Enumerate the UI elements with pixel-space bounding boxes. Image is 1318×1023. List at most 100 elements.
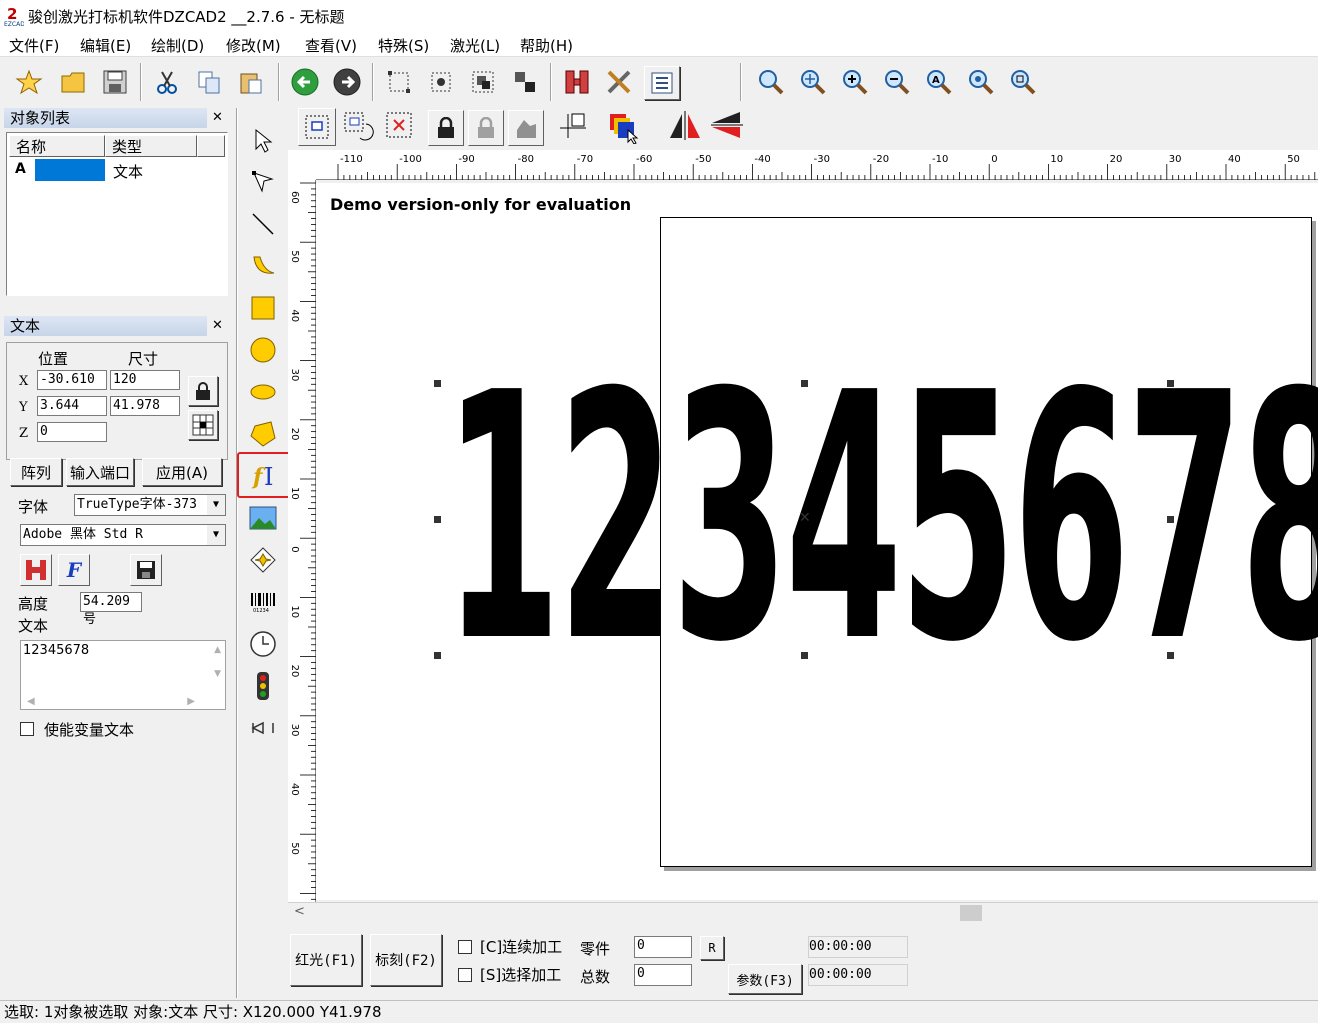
- ungroup-icon[interactable]: [508, 65, 542, 99]
- node-select-icon[interactable]: [424, 65, 458, 99]
- vector-file-tool-icon[interactable]: [243, 540, 283, 580]
- total-input[interactable]: 0: [634, 964, 692, 986]
- save-icon[interactable]: [98, 65, 132, 99]
- x-position-input[interactable]: -30.610: [37, 370, 107, 390]
- cut-icon[interactable]: [150, 65, 184, 99]
- menu-edit[interactable]: 编辑(E): [80, 35, 131, 56]
- panel-splitter[interactable]: [236, 108, 238, 998]
- menu-view[interactable]: 查看(V): [305, 35, 357, 56]
- line-tool-icon[interactable]: [243, 204, 283, 244]
- selection-handle[interactable]: [1167, 652, 1174, 659]
- barcode-tool-icon[interactable]: 01234: [243, 582, 283, 622]
- scroll-left-icon[interactable]: ◀: [27, 696, 35, 707]
- mark-button[interactable]: 标刻(F2): [370, 934, 442, 986]
- hatch-text-icon[interactable]: [20, 554, 52, 586]
- text-tool-icon[interactable]: fI: [237, 452, 295, 498]
- hatch-icon[interactable]: [560, 65, 594, 99]
- io-signal-tool-icon[interactable]: [243, 666, 283, 706]
- apply-button[interactable]: 应用(A): [142, 458, 222, 486]
- selection-handle[interactable]: [434, 652, 441, 659]
- horizontal-scrollbar[interactable]: <: [288, 902, 1318, 922]
- select-tool-icon[interactable]: [243, 120, 283, 160]
- layer-color-icon[interactable]: [606, 110, 646, 150]
- undo-icon[interactable]: [288, 65, 322, 99]
- list-view-icon[interactable]: [644, 66, 680, 100]
- z-position-input[interactable]: 0: [37, 422, 107, 442]
- lock-ratio-icon[interactable]: [188, 376, 218, 406]
- node-edit-icon[interactable]: [382, 65, 416, 99]
- chevron-down-icon[interactable]: ▼: [207, 495, 225, 515]
- select-process-checkbox[interactable]: [458, 968, 472, 982]
- zoom-selected-icon[interactable]: [964, 65, 998, 99]
- scroll-right-icon[interactable]: ▶: [187, 696, 195, 707]
- paste-icon[interactable]: [234, 65, 268, 99]
- zoom-all-icon[interactable]: A: [922, 65, 956, 99]
- polygon-tool-icon[interactable]: [243, 414, 283, 454]
- motion-axis-tool-icon[interactable]: [243, 708, 283, 748]
- selection-handle[interactable]: [1167, 380, 1174, 387]
- x-size-input[interactable]: 120: [110, 370, 180, 390]
- menu-draw[interactable]: 绘制(D): [151, 35, 204, 56]
- invert-select-icon[interactable]: [384, 110, 420, 146]
- rectangle-tool-icon[interactable]: [243, 288, 283, 328]
- chevron-down-icon[interactable]: ▼: [207, 525, 225, 545]
- save-params-icon[interactable]: [130, 554, 162, 586]
- parts-input[interactable]: 0: [634, 936, 692, 958]
- zoom-in-icon[interactable]: [838, 65, 872, 99]
- bitmap-tool-icon[interactable]: [243, 498, 283, 538]
- selection-handle[interactable]: [801, 380, 808, 387]
- circle-tool-icon[interactable]: [243, 330, 283, 370]
- menu-file[interactable]: 文件(F): [9, 35, 59, 56]
- drawing-canvas[interactable]: Demo version-only for evaluation 1234567…: [316, 183, 1318, 900]
- y-position-input[interactable]: 3.644: [37, 396, 107, 416]
- timer-tool-icon[interactable]: [243, 624, 283, 664]
- zoom-pan-icon[interactable]: [796, 65, 830, 99]
- group-icon[interactable]: [466, 65, 500, 99]
- text-content-input[interactable]: 12345678 ▲ ▼ ◀ ▶: [20, 640, 226, 710]
- copy-icon[interactable]: [192, 65, 226, 99]
- selection-handle[interactable]: [1167, 516, 1174, 523]
- menu-laser[interactable]: 激光(L): [450, 35, 500, 56]
- selection-handle[interactable]: [434, 516, 441, 523]
- params-button[interactable]: 参数(F3): [728, 964, 802, 994]
- menu-help[interactable]: 帮助(H): [520, 35, 573, 56]
- font-type-select[interactable]: TrueType字体-373 ▼: [74, 494, 226, 516]
- new-file-icon[interactable]: [12, 65, 46, 99]
- continuous-checkbox[interactable]: [458, 940, 472, 954]
- select-all-icon[interactable]: [298, 108, 336, 146]
- array-button[interactable]: 阵列: [10, 458, 62, 486]
- column-header-type[interactable]: 类型: [105, 135, 197, 157]
- close-icon[interactable]: ✕: [212, 318, 223, 333]
- scroll-left-icon[interactable]: <: [294, 904, 305, 919]
- selection-handle[interactable]: [801, 652, 808, 659]
- scroll-down-icon[interactable]: ▼: [214, 669, 221, 679]
- column-header-name[interactable]: 名称: [9, 135, 105, 157]
- tools-icon[interactable]: [602, 65, 636, 99]
- unlock-all-icon[interactable]: [508, 110, 544, 146]
- ellipse-tool-icon[interactable]: [243, 372, 283, 412]
- reset-count-button[interactable]: R: [700, 936, 724, 960]
- zoom-workspace-icon[interactable]: [1006, 65, 1040, 99]
- scrollbar-thumb[interactable]: [960, 905, 982, 921]
- lock-icon[interactable]: [428, 110, 464, 146]
- red-light-button[interactable]: 红光(F1): [290, 934, 362, 986]
- mirror-vertical-icon[interactable]: [710, 110, 746, 146]
- table-row[interactable]: A 文本: [9, 159, 227, 181]
- origin-icon[interactable]: [558, 110, 594, 146]
- font-style-icon[interactable]: F: [58, 554, 90, 586]
- height-input[interactable]: 54.209号: [80, 592, 142, 627]
- y-size-input[interactable]: 41.978: [110, 396, 180, 416]
- anchor-grid-icon[interactable]: [188, 410, 218, 440]
- menu-special[interactable]: 特殊(S): [378, 35, 429, 56]
- input-port-button[interactable]: 输入端口: [66, 458, 134, 486]
- curve-tool-icon[interactable]: [243, 246, 283, 286]
- close-icon[interactable]: ✕: [212, 110, 223, 125]
- open-file-icon[interactable]: [56, 65, 90, 99]
- rotate-select-icon[interactable]: [342, 110, 378, 146]
- zoom-icon[interactable]: [754, 65, 788, 99]
- redo-icon[interactable]: [330, 65, 364, 99]
- variable-text-checkbox[interactable]: [20, 722, 34, 736]
- node-tool-icon[interactable]: [243, 162, 283, 202]
- menu-modify[interactable]: 修改(M): [226, 35, 281, 56]
- mirror-horizontal-icon[interactable]: [668, 110, 704, 146]
